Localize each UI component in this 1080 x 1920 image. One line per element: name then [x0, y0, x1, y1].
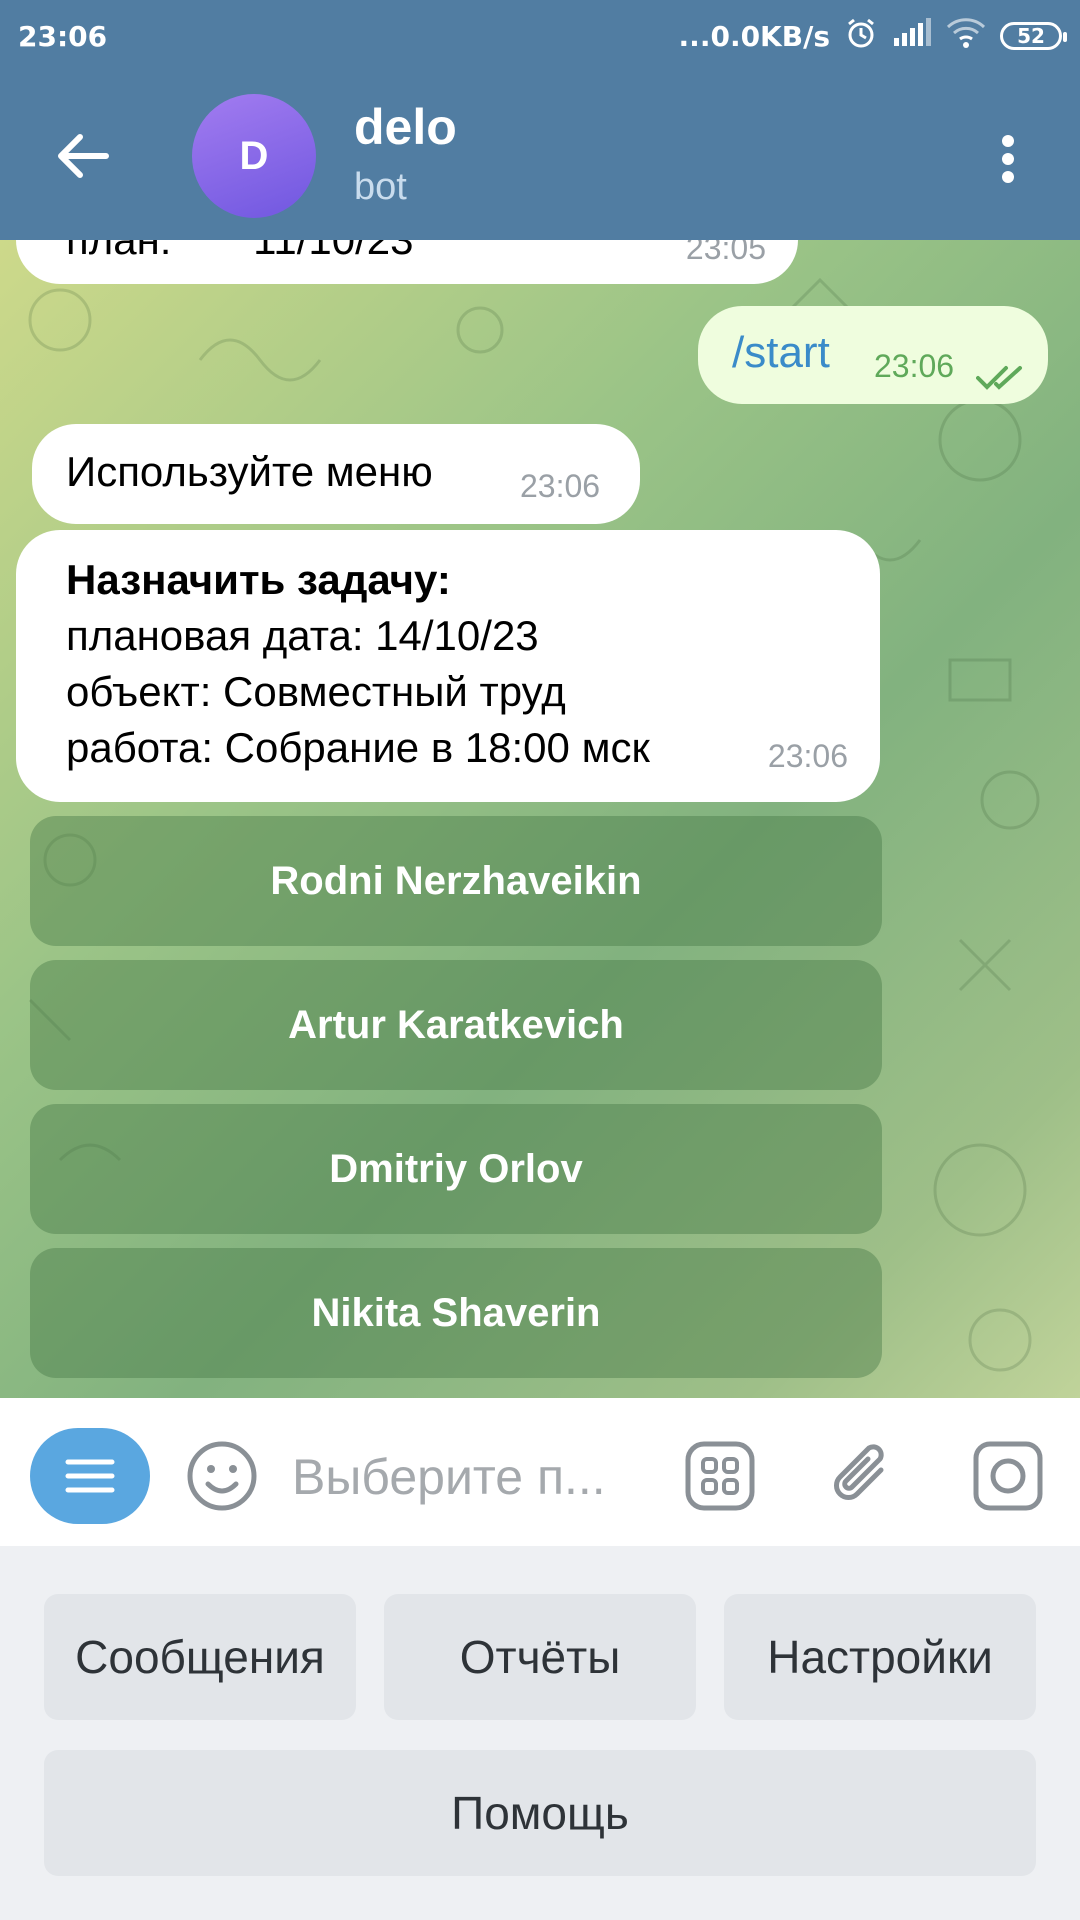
inline-button-nikita-shaverin[interactable]: Nikita Shaverin [30, 1248, 882, 1378]
status-time: 23:06 [18, 19, 108, 53]
reply-button-messages[interactable]: Сообщения [44, 1594, 356, 1720]
chat-header: D delo bot [0, 72, 1080, 240]
status-bar: 23:06 ...0.0KB/s 52 [0, 0, 1080, 72]
wifi-icon [946, 17, 986, 56]
chat-subtitle: bot [354, 166, 407, 208]
chat-area[interactable]: план: 11/10/23 23:05 /start 23:06 Исполь… [0, 240, 1080, 1398]
reply-button-reports[interactable]: Отчёты [384, 1594, 696, 1720]
reply-keyboard: Сообщения Отчёты Настройки Помощь [0, 1546, 1080, 1920]
reply-button-help[interactable]: Помощь [44, 1750, 1036, 1876]
grid-icon [685, 1441, 755, 1511]
back-button[interactable] [44, 118, 120, 194]
inline-button-artur-karatkevich[interactable]: Artur Karatkevich [30, 960, 882, 1090]
message-text: план: 11/10/23 [66, 240, 414, 264]
message-time: 23:06 [874, 348, 955, 384]
status-indicators: ...0.0KB/s 52 [678, 16, 1067, 57]
message-bubble-outgoing[interactable]: /start 23:06 [698, 306, 1048, 404]
chat-title[interactable]: delo [354, 98, 457, 156]
message-time: 23:06 [520, 468, 601, 504]
task-line-date: плановая дата: 14/10/23 [66, 612, 539, 659]
message-bubble-menu-hint[interactable]: Используйте меню 23:06 [32, 424, 640, 524]
message-time: 23:05 [685, 240, 766, 266]
reply-button-settings[interactable]: Настройки [724, 1594, 1036, 1720]
message-text[interactable]: /start [732, 328, 830, 378]
signal-icon [892, 17, 932, 55]
inline-button-dmitriy-orlov[interactable]: Dmitriy Orlov [30, 1104, 882, 1234]
message-bubble-partial[interactable]: план: 11/10/23 23:05 [16, 240, 798, 284]
camera-icon [973, 1441, 1043, 1511]
task-line-object: объект: Совместный труд [66, 668, 566, 715]
message-time: 23:06 [767, 738, 848, 774]
more-button[interactable] [980, 126, 1036, 192]
arrow-left-icon [58, 134, 109, 178]
bot-menu-button[interactable] [30, 1428, 150, 1524]
message-input-bar [0, 1398, 1080, 1546]
attach-button[interactable] [826, 1438, 902, 1514]
message-input[interactable] [290, 1438, 654, 1516]
message-bubble-task[interactable]: Назначить задачу: плановая дата: 14/10/2… [16, 530, 880, 802]
battery-icon: 52 [1000, 22, 1067, 50]
camera-button[interactable] [970, 1438, 1046, 1514]
double-check-icon [976, 354, 1028, 402]
smile-icon [187, 1441, 257, 1511]
task-line-work: работа: Собрание в 18:00 мск [66, 724, 650, 771]
network-speed: ...0.0KB/s [678, 19, 830, 53]
avatar[interactable]: D [192, 94, 316, 218]
inline-button-rodni-nerzhaveikin[interactable]: Rodni Nerzhaveikin [30, 816, 882, 946]
menu-icon [65, 1459, 115, 1493]
alarm-icon [844, 16, 878, 57]
keyboard-toggle-button[interactable] [682, 1438, 758, 1514]
paperclip-icon [834, 1444, 884, 1500]
more-vertical-icon [1002, 135, 1014, 183]
task-title: Назначить задачу: [66, 556, 451, 603]
emoji-button[interactable] [184, 1438, 260, 1514]
message-text: Используйте меню [66, 448, 433, 495]
